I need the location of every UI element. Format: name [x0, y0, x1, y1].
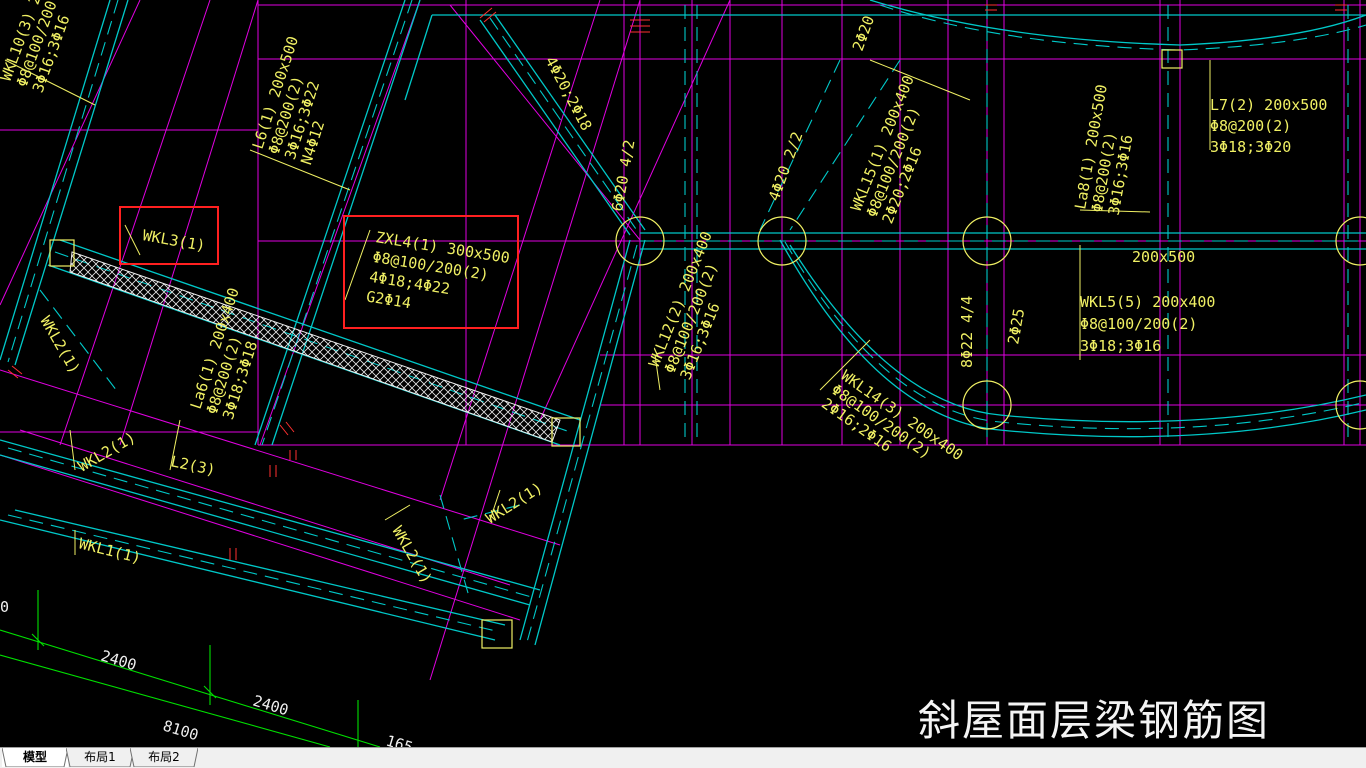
- dim-2400-a: 2400: [99, 647, 139, 675]
- dim-8100: 8100: [161, 717, 201, 745]
- beam-label-zxl4: ZXL4(1) 300x500Φ8@100/200(2)4Φ18;4Φ22G2Φ…: [365, 228, 511, 326]
- tab-model-label: 模型: [22, 750, 47, 764]
- beam-label-size-200x500: 200x500: [1132, 248, 1195, 266]
- beam-label-line: 6Φ20 4/2: [608, 138, 638, 212]
- beam-label-col-c-2-25: 2Φ25: [1004, 307, 1028, 346]
- beam-label-line: 3Φ18;3Φ20: [1210, 138, 1291, 156]
- beam-label-wkl5: WKL5(5) 200x400 Φ8@100/200(2) 3Φ18;3Φ16: [1080, 293, 1215, 355]
- beam-label-col-b-left: 4Φ20 2/2: [765, 129, 807, 203]
- beam-label-l2: L2(3): [169, 452, 217, 479]
- beam-label-line: WKL3(1): [141, 226, 206, 255]
- tab-model[interactable]: 模型: [2, 748, 68, 767]
- tab-layout2-label: 布局2: [148, 750, 180, 764]
- beam-label-l7: L7(2) 200x500 Φ8@200(2) 3Φ18;3Φ20: [1210, 96, 1327, 156]
- tab-layout1[interactable]: 布局1: [66, 748, 134, 767]
- beam-label-wkl12: WKL12(2) 200x400Φ8@100/200(2)3Φ16;3Φ16: [645, 229, 747, 382]
- beam-label-wkl2-a: WKL2(1): [75, 428, 139, 475]
- beam-label-line: WKL2(1): [37, 313, 84, 377]
- beam-label-col-a-top: 2Φ20: [849, 13, 878, 53]
- tab-layout2[interactable]: 布局2: [130, 748, 198, 767]
- cad-drawing-canvas[interactable]: WKL10(3) 2Φ8@100/2003Φ16;3Φ16 L6(1) 200x5…: [0, 0, 1366, 747]
- dim-165: 165: [384, 732, 415, 747]
- beam-label-line: 2Φ20: [849, 13, 878, 53]
- beam-label-line: WKL1(1): [77, 534, 143, 567]
- beam-label-line: L7(2) 200x500: [1210, 96, 1327, 114]
- dim-2400-b: 2400: [251, 692, 291, 720]
- beam-label-line: Φ8@100/200(2): [1080, 315, 1197, 333]
- dim-0: 0: [0, 598, 9, 616]
- beam-label-line: WKL2(1): [483, 479, 546, 528]
- beam-label-line: 200x500: [1132, 248, 1195, 266]
- beam-label-wkl15: WKL15(1) 200x400Φ8@100/200(2)2Φ20;2Φ16: [847, 73, 949, 226]
- beam-label-line: 3Φ18;3Φ16: [1080, 337, 1161, 355]
- beam-label-wkl2-left: WKL2(1): [37, 313, 84, 377]
- beam-label-wkl10: WKL10(3) 2Φ8@100/2003Φ16;3Φ16: [0, 0, 77, 95]
- tab-layout1-label: 布局1: [84, 750, 116, 764]
- beam-label-line: 4Φ20 2/2: [765, 129, 807, 203]
- beam-label-line: WKL2(1): [389, 523, 436, 587]
- beam-label-wkl2-c: WKL2(1): [389, 523, 436, 587]
- beam-label-line: 8Φ22 4/4: [958, 296, 976, 368]
- beam-annotations: WKL10(3) 2Φ8@100/2003Φ16;3Φ16 L6(1) 200x5…: [0, 0, 1327, 587]
- cad-model-viewport[interactable]: WKL10(3) 2Φ8@100/2003Φ16;3Φ16 L6(1) 200x5…: [0, 0, 1366, 747]
- beam-label-line: L2(3): [169, 452, 217, 479]
- beam-label-l6: L6(1) 200x500Φ8@200(2)3Φ16;3Φ22N4Φ12: [249, 34, 351, 167]
- beam-label-wkl3: WKL3(1): [141, 226, 206, 255]
- layout-tab-bar: 模型 布局1 布局2: [0, 747, 1366, 768]
- beam-label-wkl1: WKL1(1): [77, 534, 143, 567]
- beam-label-wkl14: WKL14(3) 200x400Φ8@100/200(2)2Φ16;2Φ16: [818, 367, 966, 492]
- beam-label-line: Φ8@200(2): [1210, 117, 1291, 135]
- beam-label-line: WKL2(1): [75, 428, 139, 475]
- beam-label-line: 2Φ25: [1004, 307, 1028, 346]
- beam-label-col-a-left: 6Φ20 4/2: [608, 138, 638, 212]
- beam-label-col-c-8-22: 8Φ22 4/4: [958, 296, 976, 368]
- beam-label-la8: La8(1) 200x500Φ8@200(2)3Φ16;3Φ16: [1071, 83, 1144, 217]
- drawing-title: 斜屋面层梁钢筋图: [918, 696, 1270, 745]
- beam-label-wkl2-b: WKL2(1): [483, 479, 546, 528]
- beam-label-line: WKL5(5) 200x400: [1080, 293, 1215, 311]
